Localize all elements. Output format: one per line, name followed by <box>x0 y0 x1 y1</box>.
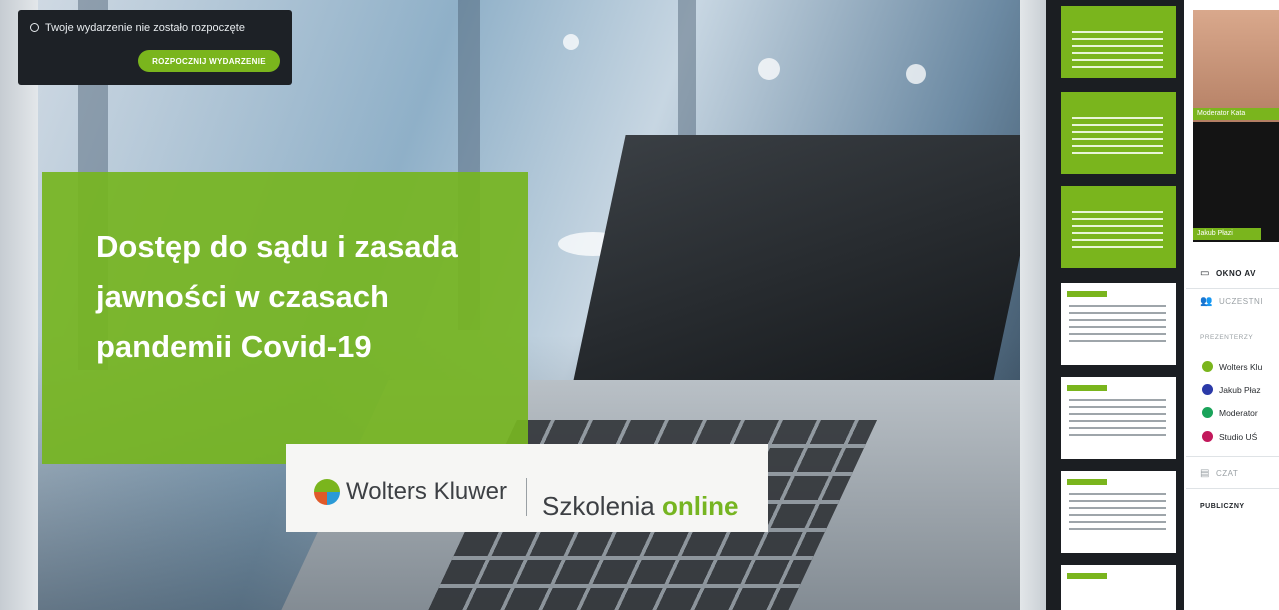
brand-divider <box>526 478 527 516</box>
chat-icon: ▤ <box>1200 468 1210 479</box>
slide-title: Dostęp do sądu i zasada jawności w czasa… <box>96 229 458 364</box>
divider <box>1186 488 1279 489</box>
video-feed <box>1193 122 1279 242</box>
slide-thumbnail[interactable] <box>1061 565 1176 610</box>
brand-sub-prefix: Szkolenia <box>542 491 655 521</box>
video-feed-label: Moderator Kata <box>1193 108 1279 120</box>
chat-label: CZAT <box>1215 469 1239 478</box>
presenter-avatar <box>1202 407 1213 418</box>
screen-edge-left <box>0 0 38 610</box>
slide-thumbnail[interactable] <box>1061 283 1176 365</box>
bokeh-light <box>563 34 579 50</box>
video-feed <box>1193 10 1279 122</box>
slide-thumbnail[interactable] <box>1061 186 1176 268</box>
laptop-screen-image <box>570 135 1020 395</box>
presenter-item[interactable]: Moderator <box>1202 407 1258 418</box>
presenter-avatar <box>1202 431 1213 442</box>
av-window-toggle[interactable]: ▭ OKNO AV <box>1200 268 1256 279</box>
thumbnail-content <box>1072 31 1163 71</box>
bokeh-light <box>906 64 926 84</box>
presenter-name: Moderator <box>1219 407 1258 418</box>
presenter-item[interactable]: Wolters Klu <box>1202 361 1262 372</box>
slide-thumbnail[interactable] <box>1061 92 1176 174</box>
video-window-icon: ▭ <box>1200 268 1210 279</box>
thumbnail-content <box>1072 211 1163 251</box>
divider <box>1186 288 1279 289</box>
event-status-text: Twoje wydarzenie nie zostało rozpoczęte <box>30 22 245 34</box>
thumbnail-content <box>1069 493 1166 533</box>
presenter-item[interactable]: Studio UŚ <box>1202 431 1257 442</box>
start-event-button[interactable]: ROZPOCZNIJ WYDARZENIE <box>138 50 280 72</box>
screen-gap <box>1020 0 1046 610</box>
thumbnail-content <box>1069 305 1166 345</box>
presenter-name: Wolters Klu <box>1219 361 1263 372</box>
slide-thumbnail[interactable] <box>1061 6 1176 78</box>
brand-name: Wolters Kluwer <box>346 478 507 505</box>
presenter-avatar <box>1202 384 1213 395</box>
bokeh-light <box>758 58 780 80</box>
slide-thumbnail[interactable] <box>1061 377 1176 459</box>
presenter-avatar <box>1202 361 1213 372</box>
participants-label: UCZESTNI <box>1218 297 1263 306</box>
video-feed-label: Jakub Płazi <box>1193 228 1261 240</box>
presenter-name: Studio UŚ <box>1219 431 1258 442</box>
brand-subtitle: Szkolenia online <box>542 491 739 522</box>
chat-section[interactable]: ▤ CZAT <box>1200 468 1238 479</box>
presenter-item[interactable]: Jakub Płaz <box>1202 384 1261 395</box>
thumbnail-content <box>1072 117 1163 157</box>
brand-sub-accent: online <box>661 491 739 521</box>
thumbnail-content <box>1069 399 1166 439</box>
chat-tab-public[interactable]: PUBLICZNY <box>1200 503 1245 510</box>
participants-icon: 👥 <box>1200 296 1213 307</box>
presenter-name: Jakub Płaz <box>1219 384 1261 395</box>
presenters-heading: PREZENTERZY <box>1200 334 1254 341</box>
wolters-kluwer-logo-icon <box>314 479 340 505</box>
participants-tab[interactable]: 👥 UCZESTNI <box>1200 296 1263 307</box>
slide-thumbnail[interactable] <box>1061 471 1176 553</box>
av-window-label: OKNO AV <box>1215 269 1256 278</box>
divider <box>1186 456 1279 457</box>
